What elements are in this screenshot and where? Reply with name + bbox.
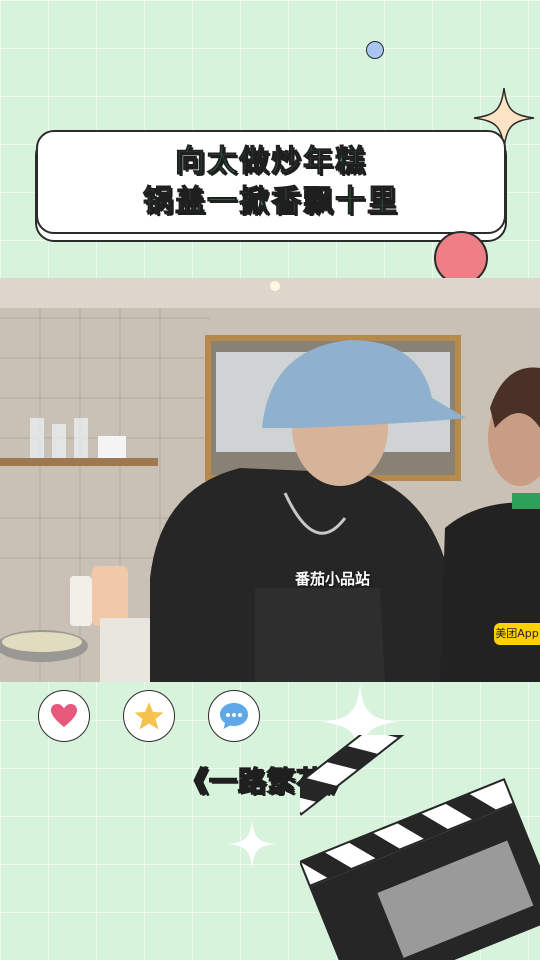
- red-dot-decoration: [434, 231, 488, 285]
- comment-button[interactable]: [208, 690, 260, 742]
- blue-dot-decoration: [366, 41, 384, 59]
- heart-icon: [51, 704, 77, 727]
- like-button[interactable]: [38, 690, 90, 742]
- sponsor-badge: 美团App: [494, 623, 540, 645]
- clapperboard-icon: [300, 735, 540, 960]
- video-watermark: 番茄小品站: [295, 570, 371, 588]
- sparkle-icon: [228, 820, 276, 868]
- favorite-button[interactable]: [123, 690, 175, 742]
- title-line-2: 锅盖一掀香飘十里: [143, 184, 399, 220]
- star-icon: [134, 702, 164, 730]
- video-frame-illustration: [0, 278, 540, 682]
- video-player[interactable]: 番茄小品站 美团App: [0, 278, 540, 682]
- title-line-1: 向太做炒年糕: [175, 144, 367, 180]
- title-card: 向太做炒年糕 锅盖一掀香飘十里: [36, 130, 506, 234]
- comment-icon: [220, 703, 248, 729]
